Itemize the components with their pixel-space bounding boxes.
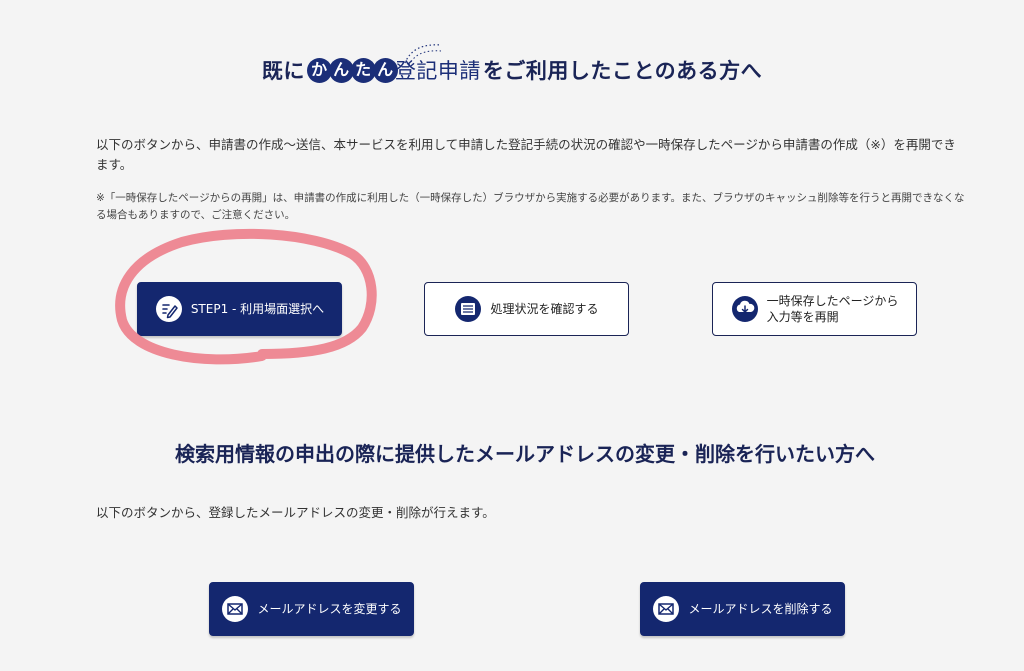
title-suffix: をご利用したことのある方へ xyxy=(482,59,763,83)
section1-title: 既に か ん た ん 登記申請 をご利用したことのある方へ xyxy=(0,44,1024,92)
change-email-button[interactable]: メールアドレスを変更する xyxy=(209,582,414,636)
title-prefix: 既に xyxy=(261,59,305,83)
mail-icon xyxy=(653,596,680,622)
cloud-download-icon xyxy=(731,296,758,322)
delete-email-button-label: メールアドレスを削除する xyxy=(688,602,833,616)
check-status-button[interactable]: 処理状況を確認する xyxy=(424,282,629,336)
resume-label-line2: 入力等を再開 xyxy=(766,310,839,324)
resume-saved-button-label: 一時保存したページから 入力等を再開 xyxy=(767,293,899,325)
list-icon xyxy=(455,296,482,322)
section2-description: 以下のボタンから、登録したメールアドレスの変更・削除が行えます。 xyxy=(96,505,495,520)
mail-icon xyxy=(222,596,249,622)
check-status-button-label: 処理状況を確認する xyxy=(490,302,599,316)
delete-email-button[interactable]: メールアドレスを削除する xyxy=(640,582,845,636)
pen-icon xyxy=(155,296,182,322)
section1-note: ※「一時保存したページからの再開」は、申請書の作成に利用した（一時保存した）ブラ… xyxy=(96,192,965,221)
change-email-button-label: メールアドレスを変更する xyxy=(257,602,402,616)
kantan-logo: か ん た ん 登記申請 xyxy=(306,44,481,85)
section1-description: 以下のボタンから、申請書の作成～送信、本サービスを利用して申請した登記手続の状況… xyxy=(96,137,956,172)
section2-title: 検索用情報の申出の際に提供したメールアドレスの変更・削除を行いたい方へ xyxy=(175,442,875,466)
step1-button[interactable]: STEP1 - 利用場面選択へ xyxy=(137,282,342,336)
resume-label-line1: 一時保存したページから xyxy=(766,294,899,308)
resume-saved-button[interactable]: 一時保存したページから 入力等を再開 xyxy=(712,282,917,336)
step1-button-label: STEP1 - 利用場面選択へ xyxy=(190,302,325,316)
logo-dots-decoration xyxy=(404,44,441,66)
